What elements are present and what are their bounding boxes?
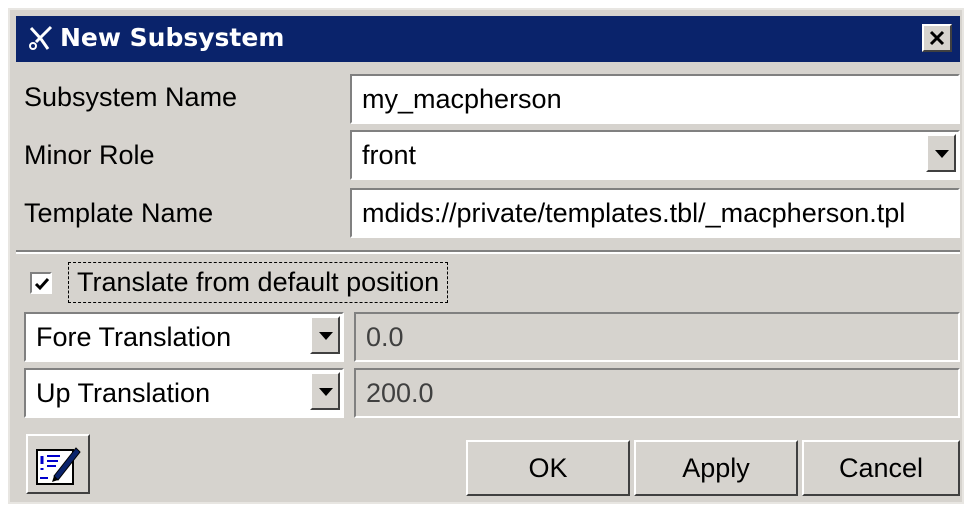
window-title: New Subsystem: [60, 23, 285, 52]
minor-role-value: front: [362, 140, 417, 170]
close-icon: [929, 30, 945, 46]
edit-list-icon: [36, 447, 81, 485]
subsystem-name-input[interactable]: my_macpherson: [350, 74, 960, 124]
separator: [16, 250, 960, 254]
checkmark-icon: [34, 278, 50, 291]
chevron-down-icon[interactable]: [926, 134, 956, 172]
up-translation-select[interactable]: Up Translation: [24, 368, 344, 418]
edit-list-button[interactable]: [26, 434, 90, 494]
translate-checkbox-label[interactable]: Translate from default position: [68, 262, 449, 303]
new-subsystem-dialog: New Subsystem Subsystem Name my_macphers…: [8, 8, 964, 504]
translate-checkbox[interactable]: [30, 272, 52, 294]
ok-button[interactable]: OK: [466, 440, 630, 496]
scissors-icon: [29, 25, 53, 50]
minor-role-select[interactable]: front: [350, 130, 960, 180]
close-button[interactable]: [922, 24, 952, 52]
up-translation-value[interactable]: 200.0: [354, 368, 960, 418]
chevron-down-icon[interactable]: [310, 372, 340, 410]
template-name-input[interactable]: mdids://private/templates.tbl/_macpherso…: [350, 188, 960, 238]
title-bar[interactable]: New Subsystem: [16, 16, 960, 62]
cancel-button[interactable]: Cancel: [802, 440, 960, 496]
subsystem-name-label: Subsystem Name: [24, 82, 238, 112]
template-name-label: Template Name: [24, 198, 214, 228]
up-translation-axis: Up Translation: [36, 378, 211, 408]
minor-role-label: Minor Role: [24, 140, 155, 170]
apply-button[interactable]: Apply: [634, 440, 798, 496]
fore-translation-value[interactable]: 0.0: [354, 312, 960, 362]
chevron-down-icon[interactable]: [310, 316, 340, 354]
fore-translation-select[interactable]: Fore Translation: [24, 312, 344, 362]
fore-translation-axis: Fore Translation: [36, 322, 232, 352]
